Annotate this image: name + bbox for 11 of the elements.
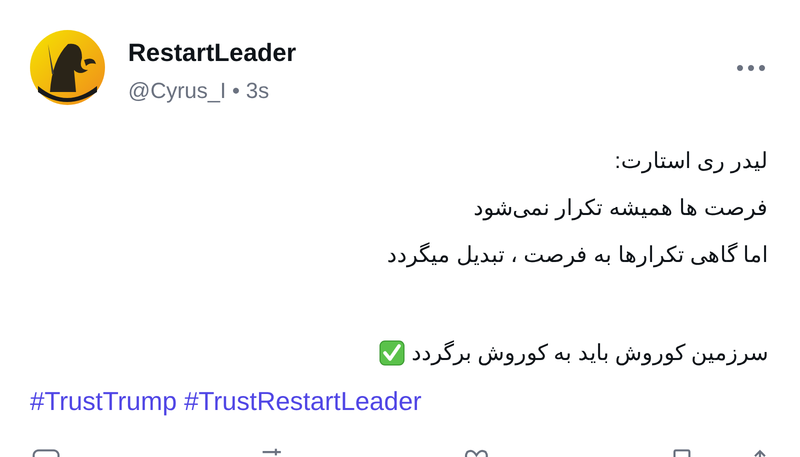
separator-dot: • [232,78,240,104]
check-icon [379,340,406,366]
author-name[interactable]: RestartLeader [128,38,736,68]
post-time: 3s [246,78,270,104]
more-options-icon[interactable] [736,64,766,72]
author-handle[interactable]: @Cyrus_I [128,78,226,104]
post-text-line: اما گاهی تکرارها به فرصت ، تبدیل میگردد [387,241,768,269]
hashtags-line[interactable]: #TrustTrump #TrustRestartLeader [30,386,422,416]
post-text-line: لیدر ری استارت: [614,147,768,175]
post-text-line: سرزمین کوروش باید به کوروش برگردد [411,339,768,367]
post-text-line: فرصت ها همیشه تکرار نمی‌شود [474,194,768,222]
